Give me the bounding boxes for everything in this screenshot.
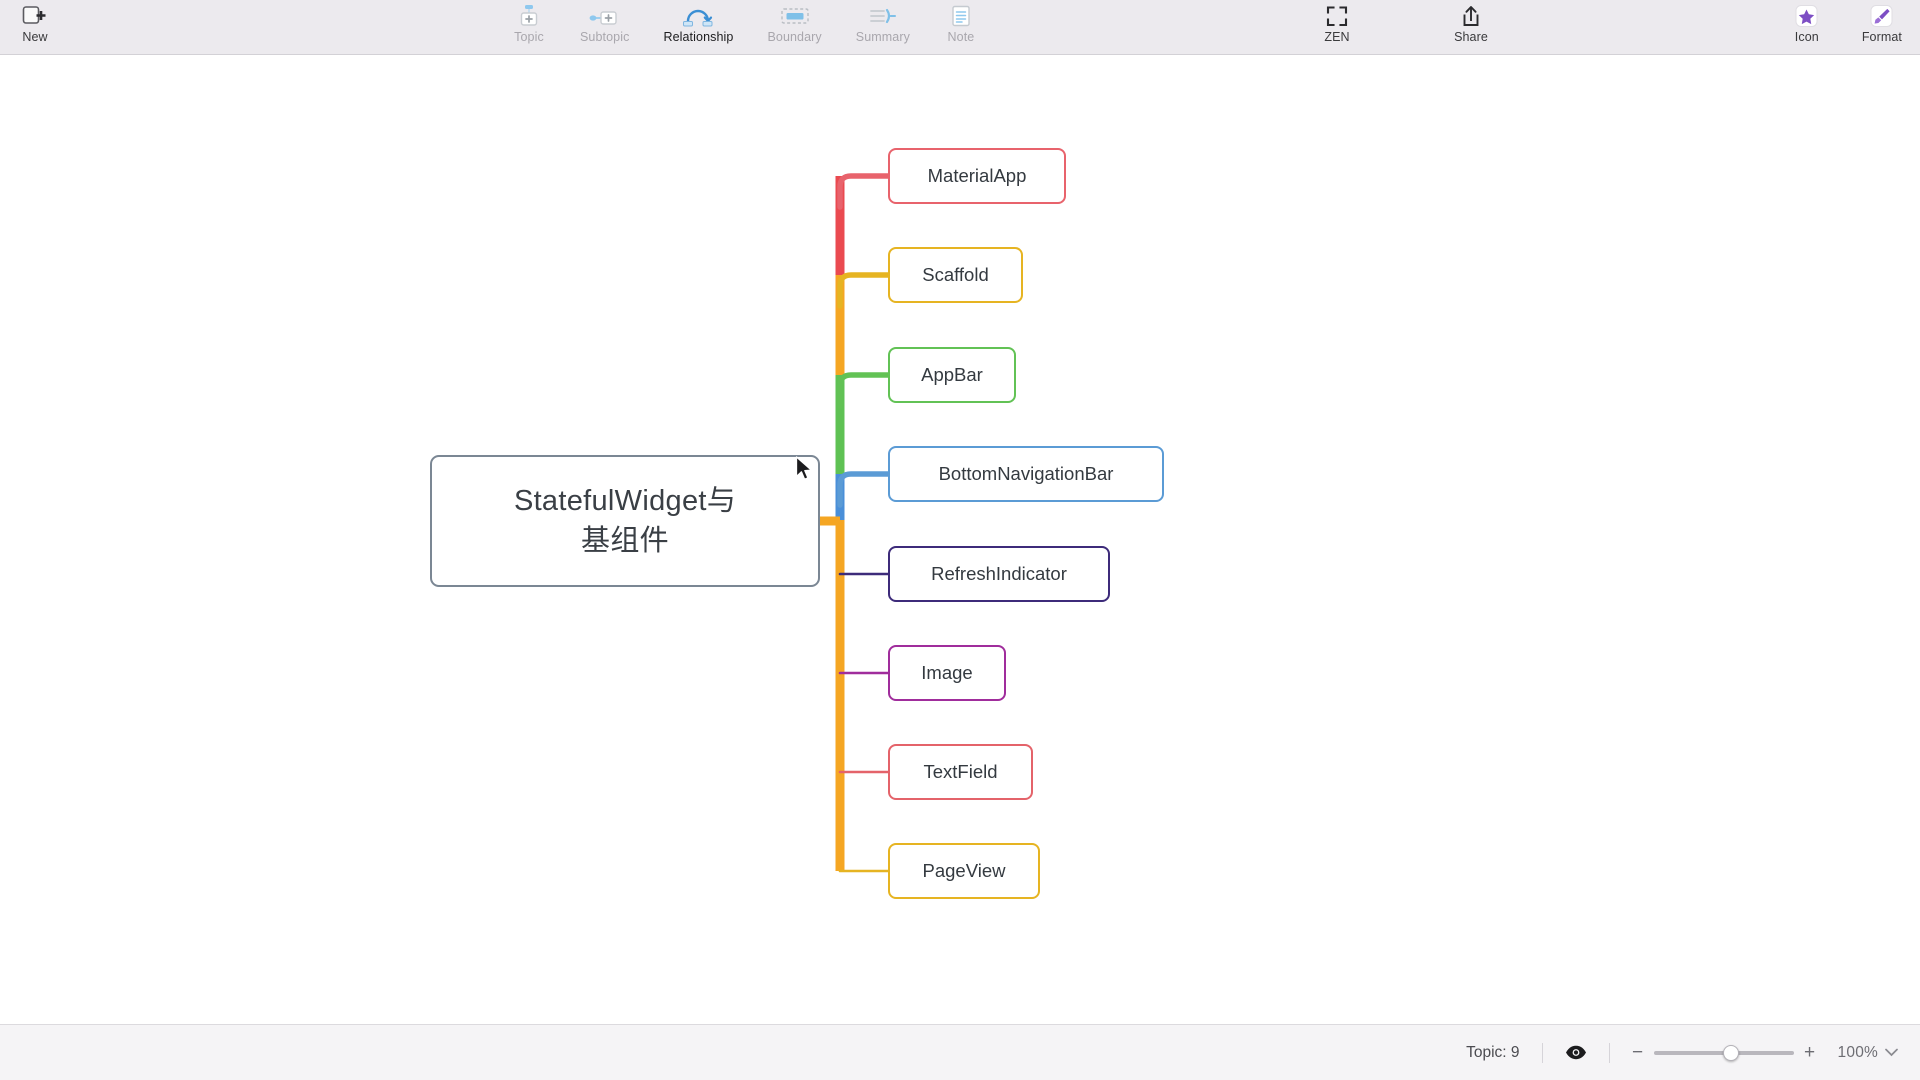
fullscreen-brackets-icon [1320,3,1354,29]
topic-branch-connector [837,372,891,409]
visibility-toggle-button[interactable] [1543,1045,1609,1060]
relationship-arc-icon [681,3,715,29]
toolbar-button-note[interactable]: Note [944,0,978,44]
subtopic-plus-icon [588,3,622,29]
toolbar-group-center: Topic Subtopic Relationship Boundary Sum… [512,0,978,55]
topic-node-label: MaterialApp [927,165,1027,186]
toolbar-button-boundary[interactable]: Boundary [767,0,822,44]
mindmap-topic-node[interactable]: BottomNavigationBar [888,446,1164,502]
toolbar-label-note: Note [947,30,975,44]
topic-node-label: TextField [923,761,998,782]
toolbar-label-summary: Summary [855,30,910,44]
toolbar-group-left: New [18,0,52,55]
topic-node-label: PageView [922,860,1006,881]
toolbar-button-new[interactable]: New [18,0,52,44]
eye-icon [1565,1045,1586,1060]
toolbar-label-share: Share [1454,30,1488,44]
chevron-down-icon[interactable] [1885,1048,1898,1057]
topic-node-label: RefreshIndicator [931,563,1067,584]
toolbar-group-far-right: Icon Format [1790,0,1902,55]
toolbar-button-relationship[interactable]: Relationship [663,0,733,44]
mindmap-topic-node[interactable]: RefreshIndicator [888,546,1110,602]
toolbar-label-new: New [22,30,48,44]
toolbar-button-format[interactable]: Format [1862,0,1902,44]
toolbar-label-relationship: Relationship [663,30,734,44]
paintbrush-icon [1865,3,1899,29]
topic-node-label: AppBar [921,364,983,385]
toolbar-button-share[interactable]: Share [1454,0,1488,44]
star-icon [1790,3,1824,29]
toolbar-button-subtopic[interactable]: Subtopic [580,0,629,44]
toolbar-button-summary[interactable]: Summary [856,0,910,44]
toolbar-label-icon: Icon [1794,30,1819,44]
boundary-dashed-box-icon [778,3,812,29]
mindmap-topic-node[interactable]: AppBar [888,347,1016,403]
toolbar-label-format: Format [1861,30,1902,44]
mindmap-topic-node[interactable]: Image [888,645,1006,701]
summary-bracket-icon [866,3,900,29]
toolbar-label-boundary: Boundary [767,30,822,44]
mindmap-topic-node[interactable]: TextField [888,744,1033,800]
zoom-in-button[interactable]: + [1800,1042,1820,1064]
share-upload-arrow-icon [1454,3,1488,29]
main-toolbar: New Topic Subtopic Relationship Boundary… [0,0,1920,55]
zoom-level-label[interactable]: 100% [1838,1044,1878,1062]
zoom-slider-thumb[interactable] [1722,1044,1739,1061]
status-bar: Topic: 9 − + 100% [0,1024,1920,1080]
toolbar-button-topic[interactable]: Topic [512,0,546,44]
mindmap-topic-node[interactable]: PageView [888,843,1040,899]
topic-node-label: BottomNavigationBar [938,463,1114,484]
mindmap-canvas[interactable]: StatefulWidget与 基组件 MaterialApp Scaffold A… [0,55,1920,1025]
toolbar-group-right-center: ZEN Share [1320,0,1488,55]
status-divider-2 [1608,1042,1610,1063]
topic-branch-connector [837,471,891,508]
note-document-icon [944,3,978,29]
topic-branch-connector [837,272,891,309]
topic-plus-icon [512,3,546,29]
zoom-out-button[interactable]: − [1628,1042,1648,1064]
root-title-line1: StatefulWidget与 [513,485,737,517]
toolbar-button-zen[interactable]: ZEN [1320,0,1354,44]
root-title-line2: 基组件 [581,525,669,557]
mindmap-root-node[interactable]: StatefulWidget与 基组件 [430,455,820,587]
toolbar-label-topic: Topic [514,30,544,44]
mindmap-topic-node[interactable]: MaterialApp [888,148,1066,204]
topic-node-label: Scaffold [922,264,989,285]
toolbar-label-zen: ZEN [1324,30,1350,44]
topic-branch-connector [837,173,891,210]
topic-node-label: Image [921,662,973,683]
toolbar-label-subtopic: Subtopic [580,30,630,44]
topic-count-label: Topic: 9 [1466,1043,1520,1061]
new-document-plus-icon [18,3,52,29]
mindmap-topic-node[interactable]: Scaffold [888,247,1023,303]
zoom-slider[interactable] [1653,1044,1794,1062]
toolbar-button-icon[interactable]: Icon [1790,0,1824,44]
